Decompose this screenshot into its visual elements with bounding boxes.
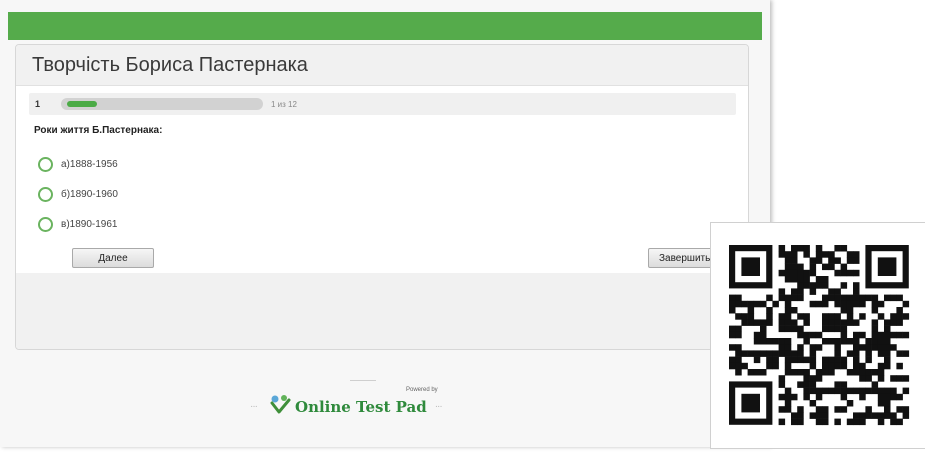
question-number: 1 bbox=[35, 99, 41, 109]
answer-option-c[interactable]: в)1890-1961 bbox=[38, 209, 118, 239]
answer-label: в)1890-1961 bbox=[61, 218, 118, 230]
divider bbox=[350, 380, 376, 381]
dots-right: ··· bbox=[434, 401, 443, 412]
answer-label: б)1890-1960 bbox=[61, 188, 118, 200]
progress-row: 1 1 из 12 bbox=[29, 93, 736, 115]
qr-code bbox=[710, 222, 925, 449]
powered-by-logo[interactable]: Powered by ··· Online Test Pad ··· bbox=[250, 376, 480, 426]
card-footer bbox=[16, 273, 748, 349]
answer-list: а)1888-1956 б)1890-1960 в)1890-1961 bbox=[38, 149, 118, 239]
question-text: Роки життя Б.Пастернака: bbox=[34, 125, 163, 136]
progress-bar-fill bbox=[67, 101, 97, 107]
answer-option-b[interactable]: б)1890-1960 bbox=[38, 179, 118, 209]
brand-row: ··· Online Test Pad ··· bbox=[250, 394, 443, 419]
next-button[interactable]: Далее bbox=[72, 248, 154, 268]
dots-left: ··· bbox=[250, 401, 258, 412]
top-bar bbox=[8, 12, 762, 40]
radio-button[interactable] bbox=[38, 186, 53, 202]
online-test-pad-icon bbox=[269, 394, 291, 419]
brand-name: Online Test Pad bbox=[295, 397, 427, 416]
progress-bar bbox=[61, 98, 263, 110]
quiz-header: Творчість Бориса Пастернака bbox=[16, 45, 748, 86]
answer-option-a[interactable]: а)1888-1956 bbox=[38, 149, 118, 179]
radio-button[interactable] bbox=[38, 156, 53, 172]
progress-counter: 1 из 12 bbox=[271, 99, 297, 109]
powered-by-label: Powered by bbox=[406, 387, 438, 393]
answer-label: а)1888-1956 bbox=[61, 158, 118, 170]
qr-code-icon bbox=[729, 245, 910, 426]
radio-button[interactable] bbox=[38, 216, 53, 232]
quiz-title: Творчість Бориса Пастернака bbox=[32, 53, 308, 76]
quiz-card: Творчість Бориса Пастернака 1 1 из 12 Ро… bbox=[15, 44, 749, 350]
